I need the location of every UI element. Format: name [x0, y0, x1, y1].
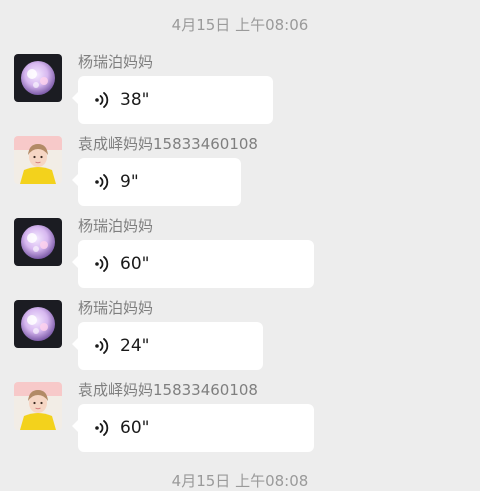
timestamp-bottom: 4月15日 上午08:08 — [171, 472, 309, 490]
chat-area: 4月15日 上午08:06 杨瑞泊妈妈 38" 袁成峄妈妈15833460108… — [0, 0, 480, 490]
voice-message-bubble[interactable]: 38" — [72, 76, 273, 124]
girl-yellow-shirt-avatar-icon — [14, 136, 62, 184]
voice-duration: 60" — [120, 254, 150, 274]
avatar[interactable] — [14, 136, 62, 184]
voice-duration: 9" — [120, 172, 139, 192]
voice-wave-icon — [94, 172, 110, 192]
purple-orb-avatar-icon — [14, 300, 62, 348]
avatar[interactable] — [14, 54, 62, 102]
voice-wave-icon — [94, 336, 110, 356]
sender-name: 杨瑞泊妈妈 — [78, 217, 154, 235]
sender-name: 袁成峄妈妈15833460108 — [78, 135, 258, 153]
voice-wave-icon — [94, 90, 110, 110]
timestamp-top: 4月15日 上午08:06 — [171, 16, 309, 34]
voice-message-bubble[interactable]: 60" — [72, 404, 314, 452]
voice-message-bubble[interactable]: 9" — [72, 158, 241, 206]
voice-duration: 24" — [120, 336, 150, 356]
voice-duration: 60" — [120, 418, 150, 438]
voice-duration: 38" — [120, 90, 150, 110]
voice-wave-icon — [94, 254, 110, 274]
girl-yellow-shirt-avatar-icon — [14, 382, 62, 430]
avatar[interactable] — [14, 218, 62, 266]
sender-name: 杨瑞泊妈妈 — [78, 299, 154, 317]
purple-orb-avatar-icon — [14, 218, 62, 266]
avatar[interactable] — [14, 382, 62, 430]
avatar[interactable] — [14, 300, 62, 348]
voice-message-bubble[interactable]: 24" — [72, 322, 263, 370]
sender-name: 袁成峄妈妈15833460108 — [78, 381, 258, 399]
sender-name: 杨瑞泊妈妈 — [78, 53, 154, 71]
voice-message-bubble[interactable]: 60" — [72, 240, 314, 288]
purple-orb-avatar-icon — [14, 54, 62, 102]
voice-wave-icon — [94, 418, 110, 438]
